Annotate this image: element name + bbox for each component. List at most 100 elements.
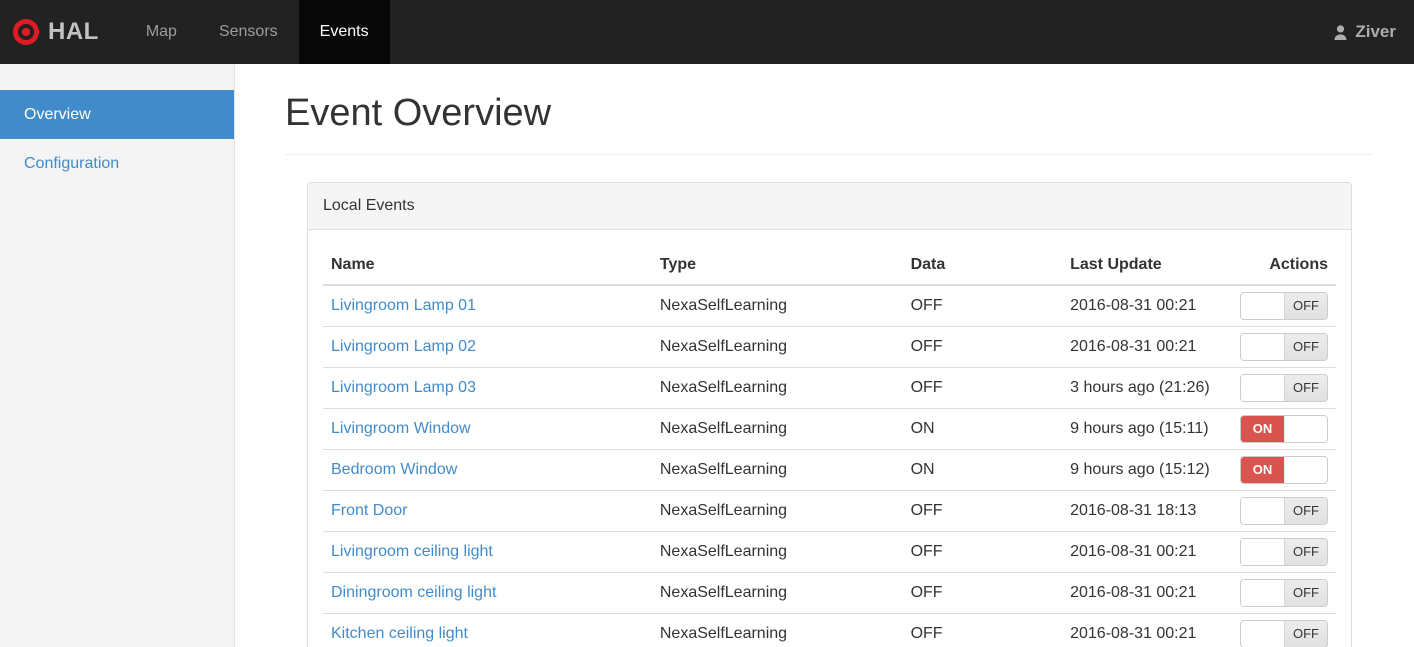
user-name: Ziver xyxy=(1355,22,1396,41)
sidebar-item-overview[interactable]: Overview xyxy=(0,90,234,139)
main-content: Event Overview Local Events Name Type Da… xyxy=(235,64,1414,647)
event-last-update: 2016-08-31 00:21 xyxy=(1062,531,1232,573)
table-row: Livingroom Lamp 02 NexaSelfLearning OFF … xyxy=(323,326,1336,368)
table-row: Livingroom Window NexaSelfLearning ON 9 … xyxy=(323,408,1336,450)
column-header-name: Name xyxy=(323,245,652,286)
event-name-link[interactable]: Bedroom Window xyxy=(331,461,457,478)
column-header-data: Data xyxy=(902,245,1063,286)
panel-body: Name Type Data Last Update Actions Livin… xyxy=(308,230,1351,647)
event-data: OFF xyxy=(902,284,1063,327)
sidebar-item-configuration[interactable]: Configuration xyxy=(0,139,234,188)
table-row: Livingroom Lamp 03 NexaSelfLearning OFF … xyxy=(323,367,1336,409)
events-table-head: Name Type Data Last Update Actions xyxy=(323,245,1336,286)
toggle-handle xyxy=(1241,293,1284,319)
nav-item-events[interactable]: Events xyxy=(298,0,390,64)
event-name-link[interactable]: Livingroom Lamp 03 xyxy=(331,379,476,396)
toggle-state-label: ON xyxy=(1241,457,1284,483)
event-type: NexaSelfLearning xyxy=(651,408,903,450)
table-row: Livingroom Lamp 01 NexaSelfLearning OFF … xyxy=(323,284,1336,327)
toggle-handle xyxy=(1241,621,1284,647)
top-navbar: HAL Map Sensors Events Ziver xyxy=(0,0,1414,64)
toggle-handle xyxy=(1241,375,1284,401)
sidebar: Overview Configuration xyxy=(0,64,235,647)
table-row: Bedroom Window NexaSelfLearning ON 9 hou… xyxy=(323,449,1336,491)
title-divider xyxy=(285,154,1373,155)
table-row: Front Door NexaSelfLearning OFF 2016-08-… xyxy=(323,490,1336,532)
page-title: Event Overview xyxy=(285,92,552,134)
hal-target-icon xyxy=(13,19,39,45)
event-data: OFF xyxy=(902,326,1063,368)
brand-label: HAL xyxy=(48,18,99,45)
nav-item-sensors[interactable]: Sensors xyxy=(198,0,299,64)
nav-item-map[interactable]: Map xyxy=(125,0,198,64)
event-name-link[interactable]: Diningroom ceiling light xyxy=(331,584,496,601)
event-data: OFF xyxy=(902,490,1063,532)
event-name-link[interactable]: Livingroom Window xyxy=(331,420,471,437)
toggle-handle xyxy=(1241,580,1284,606)
event-last-update: 9 hours ago (15:11) xyxy=(1062,408,1232,450)
toggle-switch[interactable]: ON xyxy=(1240,415,1328,443)
toggle-handle xyxy=(1241,498,1284,524)
event-last-update: 2016-08-31 00:21 xyxy=(1062,326,1232,368)
event-data: OFF xyxy=(902,572,1063,614)
column-header-type: Type xyxy=(651,245,903,286)
column-header-actions: Actions xyxy=(1231,245,1336,286)
event-data: ON xyxy=(902,408,1063,450)
event-last-update: 2016-08-31 00:21 xyxy=(1062,613,1232,647)
event-last-update: 3 hours ago (21:26) xyxy=(1062,367,1232,409)
toggle-switch[interactable]: OFF xyxy=(1240,497,1328,525)
toggle-handle xyxy=(1284,457,1327,483)
toggle-handle xyxy=(1241,334,1284,360)
toggle-switch[interactable]: OFF xyxy=(1240,374,1328,402)
toggle-switch[interactable]: OFF xyxy=(1240,620,1328,647)
toggle-handle xyxy=(1241,539,1284,565)
toggle-switch[interactable]: OFF xyxy=(1240,333,1328,361)
toggle-state-label: OFF xyxy=(1284,334,1327,360)
event-type: NexaSelfLearning xyxy=(651,572,903,614)
local-events-panel: Local Events Name Type Data Last Update … xyxy=(307,182,1352,647)
event-type: NexaSelfLearning xyxy=(651,490,903,532)
toggle-switch[interactable]: OFF xyxy=(1240,538,1328,566)
event-name-link[interactable]: Livingroom Lamp 02 xyxy=(331,338,476,355)
toggle-switch[interactable]: OFF xyxy=(1240,579,1328,607)
navbar-menu: Map Sensors Events xyxy=(125,0,390,64)
table-row: Livingroom ceiling light NexaSelfLearnin… xyxy=(323,531,1336,573)
user-icon xyxy=(1332,24,1349,41)
event-data: ON xyxy=(902,449,1063,491)
event-name-link[interactable]: Front Door xyxy=(331,502,407,519)
event-last-update: 2016-08-31 00:21 xyxy=(1062,284,1232,327)
toggle-state-label: OFF xyxy=(1284,293,1327,319)
page-body: Overview Configuration Event Overview Lo… xyxy=(0,64,1414,647)
event-name-link[interactable]: Kitchen ceiling light xyxy=(331,625,468,642)
event-last-update: 2016-08-31 18:13 xyxy=(1062,490,1232,532)
event-type: NexaSelfLearning xyxy=(651,367,903,409)
event-name-link[interactable]: Livingroom Lamp 01 xyxy=(331,297,476,314)
event-data: OFF xyxy=(902,613,1063,647)
event-last-update: 9 hours ago (15:12) xyxy=(1062,449,1232,491)
toggle-switch[interactable]: ON xyxy=(1240,456,1328,484)
table-row: Kitchen ceiling light NexaSelfLearning O… xyxy=(323,613,1336,647)
event-type: NexaSelfLearning xyxy=(651,326,903,368)
event-data: OFF xyxy=(902,531,1063,573)
event-data: OFF xyxy=(902,367,1063,409)
event-type: NexaSelfLearning xyxy=(651,284,903,327)
toggle-state-label: OFF xyxy=(1284,498,1327,524)
brand[interactable]: HAL xyxy=(0,0,113,64)
column-header-last-update: Last Update xyxy=(1062,245,1232,286)
table-row: Diningroom ceiling light NexaSelfLearnin… xyxy=(323,572,1336,614)
user-menu[interactable]: Ziver xyxy=(1332,0,1414,64)
event-last-update: 2016-08-31 00:21 xyxy=(1062,572,1232,614)
toggle-state-label: OFF xyxy=(1284,621,1327,647)
event-type: NexaSelfLearning xyxy=(651,449,903,491)
toggle-state-label: ON xyxy=(1241,416,1284,442)
panel-heading: Local Events xyxy=(308,183,1351,230)
event-type: NexaSelfLearning xyxy=(651,531,903,573)
toggle-switch[interactable]: OFF xyxy=(1240,292,1328,320)
toggle-state-label: OFF xyxy=(1284,539,1327,565)
toggle-handle xyxy=(1284,416,1327,442)
events-table: Name Type Data Last Update Actions Livin… xyxy=(323,245,1336,647)
event-type: NexaSelfLearning xyxy=(651,613,903,647)
event-name-link[interactable]: Livingroom ceiling light xyxy=(331,543,493,560)
events-table-body: Livingroom Lamp 01 NexaSelfLearning OFF … xyxy=(323,284,1336,647)
toggle-state-label: OFF xyxy=(1284,580,1327,606)
